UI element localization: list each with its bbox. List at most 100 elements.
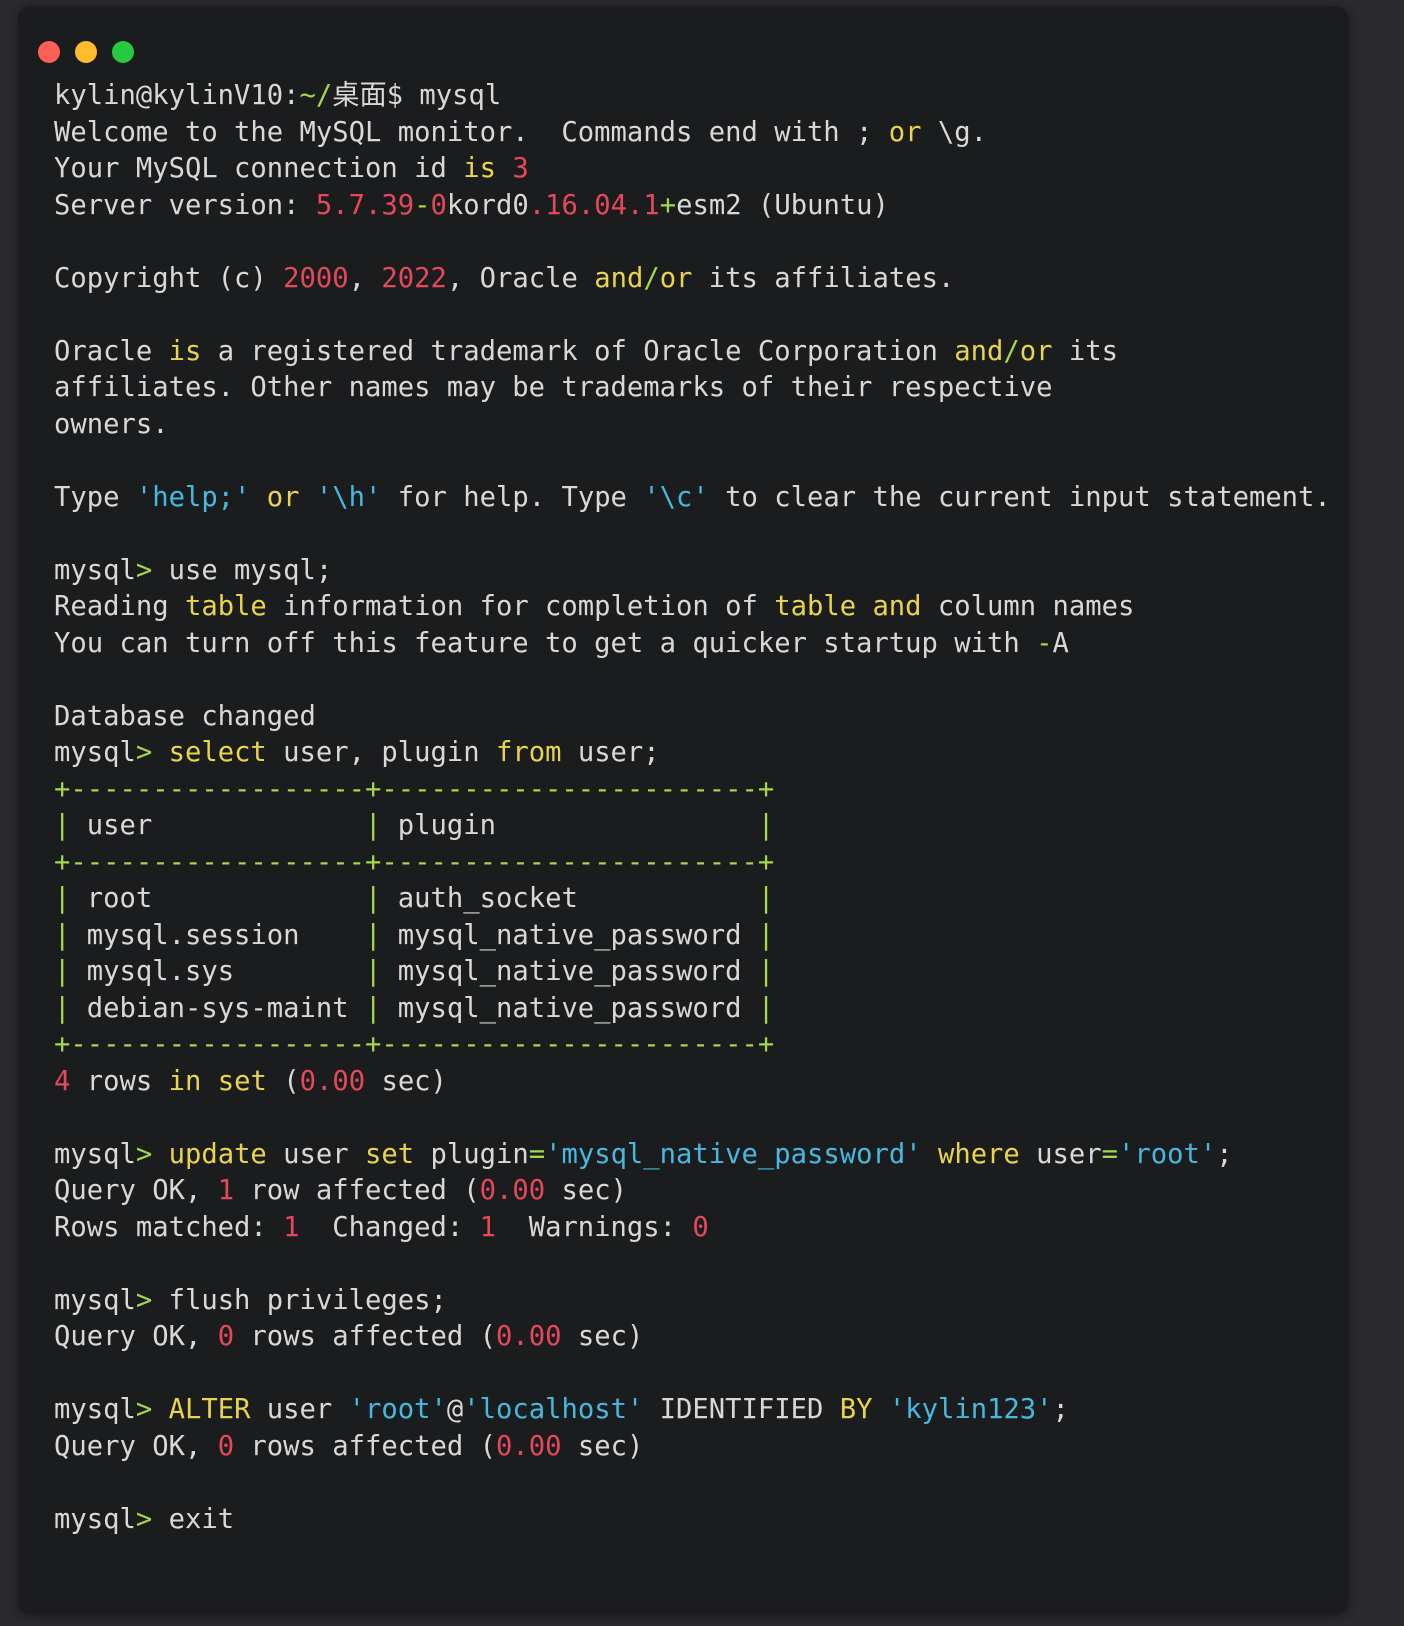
query-ok-flush-seg-5: 00 bbox=[528, 1321, 562, 1352]
rows-in-set-line-seg-4: set bbox=[217, 1065, 267, 1097]
cmd-select-user-plugin-seg-5: from bbox=[495, 737, 562, 768]
trademark-line-1-seg-0: Oracle bbox=[54, 335, 169, 367]
help-line-seg-0: Type bbox=[54, 481, 136, 513]
help-line: Type 'help;' or '\h' for help. Type '\c'… bbox=[54, 480, 1348, 517]
table-header-row: | user | plugin | bbox=[54, 808, 1348, 845]
cmd-alter-user-seg-6: @ bbox=[446, 1394, 464, 1425]
cmd-update-user-seg-5: set bbox=[365, 1138, 415, 1170]
maximize-button[interactable] bbox=[112, 41, 134, 63]
rows-in-set-line-seg-7: . bbox=[315, 1065, 333, 1097]
query-ok-alter-seg-5: 00 bbox=[528, 1430, 562, 1462]
cmd-alter-user-seg-10 bbox=[872, 1394, 888, 1425]
rows-matched-line-seg-2: Changed: bbox=[299, 1211, 480, 1243]
table-bottom-border: +------------------+--------------------… bbox=[54, 1027, 1348, 1064]
cmd-update-user-seg-3: update bbox=[168, 1138, 267, 1170]
blank-9 bbox=[54, 1465, 1348, 1502]
table-row-root: | root | auth_socket | bbox=[54, 881, 1348, 918]
query-ok-flush-seg-1: 0 bbox=[217, 1321, 235, 1352]
reading-table-line-seg-0: Reading bbox=[54, 591, 185, 622]
table-row-mysql-sys-seg-3: mysql_native_password bbox=[381, 956, 758, 987]
cmd-update-user-seg-6: plugin bbox=[414, 1138, 529, 1170]
query-ok-alter-seg-6: sec) bbox=[561, 1430, 644, 1462]
welcome-line-seg-3: or bbox=[888, 116, 922, 148]
terminal-window[interactable]: kylin@kylinV10:~/桌面$ mysql Welcome to the… bbox=[18, 6, 1348, 1614]
blank-1 bbox=[54, 224, 1348, 261]
server-version-line-seg-10: 16 bbox=[545, 189, 578, 221]
cmd-use-mysql-seg-1: > bbox=[135, 554, 153, 586]
prompt-mysql-launch-seg-2: 桌面 bbox=[332, 80, 387, 111]
trademark-line-1-seg-1: is bbox=[168, 335, 202, 367]
cmd-alter-user-seg-3: ALTER bbox=[168, 1394, 251, 1425]
cmd-alter-user-seg-2 bbox=[152, 1394, 168, 1425]
database-changed-line-seg-0: Database changed bbox=[54, 700, 316, 732]
server-version-line-seg-9: . bbox=[528, 189, 546, 221]
prompt-mysql-launch-seg-1: ~/ bbox=[299, 80, 333, 111]
query-ok-alter-seg-0: Query OK, bbox=[54, 1430, 218, 1462]
cmd-alter-user-seg-8: IDENTIFIED bbox=[643, 1394, 840, 1425]
blank-4 bbox=[54, 516, 1348, 553]
server-version-line: Server version: 5.7.39-0kord0.16.04.1+es… bbox=[54, 188, 1348, 225]
cmd-flush-privileges: mysql> flush privileges; bbox=[54, 1283, 1348, 1320]
turn-off-feature-line-seg-1: - bbox=[1036, 627, 1053, 659]
trademark-line-1-seg-5: or bbox=[1019, 335, 1053, 367]
query-ok-update-seg-1: 1 bbox=[217, 1175, 235, 1206]
close-button[interactable] bbox=[38, 41, 60, 63]
table-row-root-seg-0: | bbox=[54, 883, 71, 914]
welcome-line-seg-0: Welcome to the MySQL monitor. Commands e… bbox=[54, 116, 857, 148]
query-ok-update-seg-5: 00 bbox=[512, 1175, 546, 1206]
server-version-line-seg-3: 7 bbox=[348, 189, 366, 221]
connection-id-line-seg-0: Your MySQL connection id bbox=[54, 153, 464, 184]
help-line-seg-6: for help. Type bbox=[381, 481, 644, 513]
cmd-alter-user-seg-1: > bbox=[135, 1394, 153, 1425]
table-row-mysql-session-seg-1: mysql.session bbox=[70, 919, 366, 951]
copyright-line-seg-2: , bbox=[348, 262, 382, 294]
table-row-root-seg-3: auth_socket bbox=[381, 883, 758, 914]
rows-in-set-line-seg-6: 0 bbox=[299, 1065, 316, 1097]
cmd-select-user-plugin-seg-4: user, plugin bbox=[266, 737, 496, 768]
server-version-line-seg-12: 04 bbox=[594, 189, 627, 221]
server-version-line-seg-0: Server version: bbox=[54, 189, 316, 221]
query-ok-flush-seg-6: sec) bbox=[561, 1321, 644, 1352]
server-version-line-seg-16: esm2 (Ubuntu) bbox=[676, 189, 889, 221]
help-line-seg-5: '\h' bbox=[315, 481, 382, 513]
cmd-update-user: mysql> update user set plugin='mysql_nat… bbox=[54, 1137, 1348, 1174]
cmd-update-user-seg-10: where bbox=[937, 1138, 1020, 1170]
table-row-mysql-sys-seg-1: mysql.sys bbox=[70, 956, 366, 987]
query-ok-alter-seg-4: . bbox=[512, 1430, 529, 1462]
cmd-use-mysql-seg-0: mysql bbox=[54, 554, 136, 586]
rows-in-set-line-seg-8: 00 bbox=[332, 1065, 366, 1097]
blank-8 bbox=[54, 1356, 1348, 1393]
cmd-alter-user-seg-5: 'root' bbox=[348, 1394, 447, 1425]
table-header-row-seg-0: | bbox=[54, 810, 71, 841]
blank-7 bbox=[54, 1246, 1348, 1283]
blank-3 bbox=[54, 443, 1348, 480]
query-ok-alter-seg-3: 0 bbox=[495, 1430, 513, 1462]
copyright-line-seg-1: 2000 bbox=[283, 262, 349, 294]
table-top-border-seg-0: +------------------+--------------------… bbox=[54, 773, 775, 805]
reading-table-line-seg-2: information for completion of bbox=[266, 591, 775, 622]
trademark-line-1: Oracle is a registered trademark of Orac… bbox=[54, 334, 1348, 371]
table-header-border-seg-0: +------------------+--------------------… bbox=[54, 846, 775, 878]
reading-table-line-seg-6: column names bbox=[921, 591, 1135, 622]
server-version-line-seg-13: . bbox=[627, 189, 644, 221]
rows-matched-line-seg-4: Warnings: bbox=[495, 1211, 693, 1243]
server-version-line-seg-4: . bbox=[365, 189, 382, 221]
cmd-update-user-seg-12: = bbox=[1101, 1138, 1119, 1170]
table-row-debian-sys-maint-seg-1: debian-sys-maint bbox=[70, 992, 366, 1024]
help-line-seg-1: 'help;' bbox=[135, 481, 251, 513]
query-ok-update-seg-4: . bbox=[495, 1175, 513, 1206]
terminal-output[interactable]: kylin@kylinV10:~/桌面$ mysql Welcome to the… bbox=[18, 78, 1348, 1538]
prompt-mysql-launch-seg-3: $ mysql bbox=[386, 80, 502, 111]
rows-matched-line-seg-1: 1 bbox=[283, 1211, 300, 1243]
minimize-button[interactable] bbox=[75, 41, 97, 63]
table-row-debian-sys-maint-seg-3: mysql_native_password bbox=[381, 992, 758, 1024]
trademark-line-1-seg-2: a registered trademark of Oracle Corpora… bbox=[201, 335, 955, 367]
help-line-seg-3: or bbox=[266, 481, 300, 513]
reading-table-line-seg-4 bbox=[856, 591, 872, 622]
query-ok-alter-seg-2: rows affected ( bbox=[234, 1430, 496, 1462]
query-ok-alter: Query OK, 0 rows affected (0.00 sec) bbox=[54, 1429, 1348, 1466]
window-titlebar[interactable] bbox=[18, 6, 1348, 78]
prompt-mysql-launch-seg-0: kylin@kylinV10: bbox=[54, 80, 300, 111]
turn-off-feature-line-seg-0: You can turn off this feature to get a q… bbox=[54, 627, 1037, 659]
query-ok-alter-seg-1: 0 bbox=[217, 1430, 235, 1462]
